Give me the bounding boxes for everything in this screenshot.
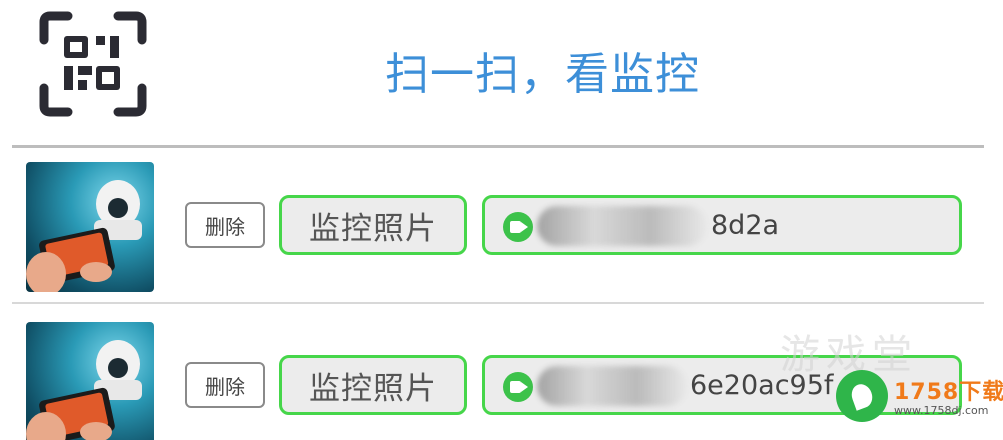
monitor-list-screen: 扫一扫，看监控 删除 监控照片 8d2a 删除 监控照片 6e20ac95f 游… <box>0 0 1003 440</box>
divider <box>12 302 984 304</box>
delete-button[interactable]: 删除 <box>185 202 265 248</box>
delete-button[interactable]: 删除 <box>185 362 265 408</box>
device-id: 6e20ac95f <box>690 370 834 401</box>
monitor-photos-button[interactable]: 监控照片 <box>279 195 467 255</box>
header: 扫一扫，看监控 <box>0 0 1003 145</box>
divider <box>12 145 984 148</box>
page-title: 扫一扫，看监控 <box>385 49 700 100</box>
video-camera-icon <box>503 212 533 242</box>
redacted-id-mask <box>537 366 687 406</box>
device-row: 删除 监控照片 6e20ac95f <box>0 310 1003 440</box>
qr-scan-icon[interactable] <box>38 10 148 118</box>
redacted-id-mask <box>537 206 707 246</box>
device-entry[interactable]: 8d2a <box>482 195 962 255</box>
monitor-photos-button[interactable]: 监控照片 <box>279 355 467 415</box>
camera-thumbnail[interactable] <box>26 162 154 292</box>
camera-thumbnail[interactable] <box>26 322 154 440</box>
video-camera-icon <box>503 372 533 402</box>
device-row: 删除 监控照片 8d2a <box>0 150 1003 300</box>
device-entry[interactable]: 6e20ac95f <box>482 355 962 415</box>
device-id: 8d2a <box>711 210 780 241</box>
